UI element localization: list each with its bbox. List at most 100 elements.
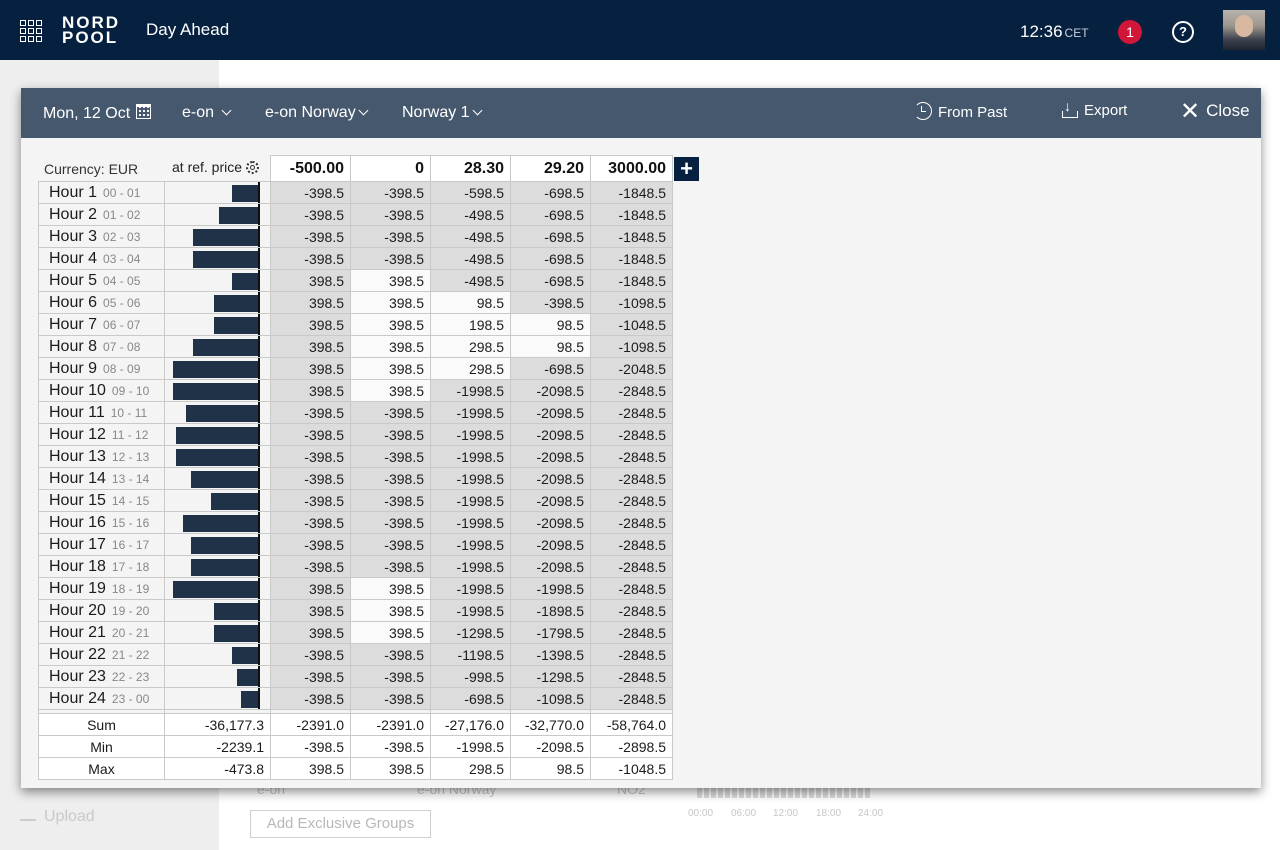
volume-cell[interactable]: -1848.5 — [590, 181, 673, 204]
volume-cell[interactable]: 398.5 — [270, 335, 351, 358]
volume-cell[interactable]: -2848.5 — [590, 423, 673, 446]
volume-cell[interactable]: -1998.5 — [430, 599, 511, 622]
volume-cell[interactable]: -398.5 — [350, 247, 431, 270]
volume-cell[interactable]: 398.5 — [350, 621, 431, 644]
volume-cell[interactable]: -1098.5 — [590, 335, 673, 358]
volume-cell[interactable]: -398.5 — [350, 555, 431, 578]
volume-cell[interactable]: -1998.5 — [430, 423, 511, 446]
volume-cell[interactable]: -398.5 — [270, 555, 351, 578]
volume-cell[interactable]: -2098.5 — [510, 555, 591, 578]
app-grid-icon[interactable] — [20, 20, 42, 42]
portfolio-dropdown[interactable]: e-on Norway — [265, 104, 369, 122]
volume-cell[interactable]: -1848.5 — [590, 203, 673, 226]
volume-cell[interactable]: -398.5 — [270, 687, 351, 710]
volume-cell[interactable]: -398.5 — [270, 489, 351, 512]
volume-cell[interactable]: -398.5 — [270, 467, 351, 490]
volume-cell[interactable]: -398.5 — [270, 203, 351, 226]
area-dropdown[interactable]: Norway 1 — [402, 104, 483, 122]
volume-cell[interactable]: 398.5 — [350, 577, 431, 600]
volume-cell[interactable]: -698.5 — [510, 357, 591, 380]
volume-cell[interactable]: -1998.5 — [430, 577, 511, 600]
close-button[interactable]: ✕ Close — [1180, 100, 1250, 124]
volume-cell[interactable]: 398.5 — [350, 313, 431, 336]
volume-cell[interactable]: 98.5 — [430, 291, 511, 314]
company-dropdown[interactable]: e-on — [182, 104, 232, 122]
volume-cell[interactable]: -1398.5 — [510, 643, 591, 666]
user-avatar[interactable] — [1223, 10, 1265, 50]
volume-cell[interactable]: 398.5 — [270, 291, 351, 314]
volume-cell[interactable]: -2098.5 — [510, 423, 591, 446]
volume-cell[interactable]: -498.5 — [430, 247, 511, 270]
volume-cell[interactable]: -398.5 — [270, 445, 351, 468]
volume-cell[interactable]: -398.5 — [270, 533, 351, 556]
volume-cell[interactable]: -1098.5 — [510, 687, 591, 710]
volume-cell[interactable]: -2048.5 — [590, 357, 673, 380]
volume-cell[interactable]: -1998.5 — [430, 511, 511, 534]
volume-cell[interactable]: -1848.5 — [590, 269, 673, 292]
volume-cell[interactable]: -2848.5 — [590, 599, 673, 622]
volume-cell[interactable]: -398.5 — [350, 423, 431, 446]
volume-cell[interactable]: -2848.5 — [590, 445, 673, 468]
volume-cell[interactable]: 398.5 — [270, 357, 351, 380]
nordpool-logo[interactable]: NORD POOL — [62, 14, 120, 46]
volume-cell[interactable]: -398.5 — [350, 225, 431, 248]
volume-cell[interactable]: -2098.5 — [510, 533, 591, 556]
volume-cell[interactable]: -1848.5 — [590, 247, 673, 270]
volume-cell[interactable]: -2848.5 — [590, 489, 673, 512]
volume-cell[interactable]: -2848.5 — [590, 467, 673, 490]
volume-cell[interactable]: 398.5 — [350, 357, 431, 380]
add-price-column-button[interactable]: + — [674, 157, 699, 181]
volume-cell[interactable]: -1998.5 — [430, 445, 511, 468]
volume-cell[interactable]: 398.5 — [350, 291, 431, 314]
volume-cell[interactable]: -398.5 — [270, 423, 351, 446]
volume-cell[interactable]: -698.5 — [510, 269, 591, 292]
volume-cell[interactable]: 98.5 — [510, 335, 591, 358]
volume-cell[interactable]: -1098.5 — [590, 291, 673, 314]
volume-cell[interactable]: -698.5 — [510, 181, 591, 204]
volume-cell[interactable]: -1998.5 — [430, 533, 511, 556]
volume-cell[interactable]: 398.5 — [350, 599, 431, 622]
volume-cell[interactable]: -498.5 — [430, 269, 511, 292]
volume-cell[interactable]: -398.5 — [270, 511, 351, 534]
volume-cell[interactable]: -1798.5 — [510, 621, 591, 644]
volume-cell[interactable]: -698.5 — [510, 247, 591, 270]
volume-cell[interactable]: -1998.5 — [430, 555, 511, 578]
volume-cell[interactable]: 398.5 — [270, 269, 351, 292]
volume-cell[interactable]: -398.5 — [350, 401, 431, 424]
price-step-input[interactable]: 0 — [350, 155, 431, 182]
volume-cell[interactable]: -1298.5 — [510, 665, 591, 688]
volume-cell[interactable]: -2098.5 — [510, 401, 591, 424]
volume-cell[interactable]: -398.5 — [350, 533, 431, 556]
volume-cell[interactable]: -398.5 — [270, 181, 351, 204]
volume-cell[interactable]: -398.5 — [350, 445, 431, 468]
volume-cell[interactable]: 398.5 — [350, 335, 431, 358]
volume-cell[interactable]: -2848.5 — [590, 533, 673, 556]
volume-cell[interactable]: -2098.5 — [510, 489, 591, 512]
volume-cell[interactable]: -2098.5 — [510, 467, 591, 490]
volume-cell[interactable]: -398.5 — [270, 665, 351, 688]
price-step-input[interactable]: 28.30 — [430, 155, 511, 182]
volume-cell[interactable]: -2848.5 — [590, 555, 673, 578]
volume-cell[interactable]: -1048.5 — [590, 313, 673, 336]
volume-cell[interactable]: -698.5 — [510, 225, 591, 248]
price-step-input[interactable]: 3000.00 — [590, 155, 673, 182]
volume-cell[interactable]: 298.5 — [430, 357, 511, 380]
volume-cell[interactable]: 398.5 — [270, 599, 351, 622]
volume-cell[interactable]: -2848.5 — [590, 643, 673, 666]
volume-cell[interactable]: -498.5 — [430, 203, 511, 226]
from-past-button[interactable]: From Past — [914, 102, 1007, 121]
volume-cell[interactable]: -1998.5 — [510, 577, 591, 600]
volume-cell[interactable]: 298.5 — [430, 335, 511, 358]
volume-cell[interactable]: 398.5 — [350, 379, 431, 402]
help-icon[interactable]: ? — [1172, 21, 1194, 43]
volume-cell[interactable]: -2848.5 — [590, 577, 673, 600]
volume-cell[interactable]: 198.5 — [430, 313, 511, 336]
volume-cell[interactable]: -1998.5 — [430, 401, 511, 424]
notification-badge[interactable]: 1 — [1118, 20, 1142, 44]
volume-cell[interactable]: 398.5 — [270, 379, 351, 402]
volume-cell[interactable]: -698.5 — [510, 203, 591, 226]
volume-cell[interactable]: -2848.5 — [590, 621, 673, 644]
volume-cell[interactable]: -1998.5 — [430, 379, 511, 402]
volume-cell[interactable]: -598.5 — [430, 181, 511, 204]
volume-cell[interactable]: -698.5 — [430, 687, 511, 710]
